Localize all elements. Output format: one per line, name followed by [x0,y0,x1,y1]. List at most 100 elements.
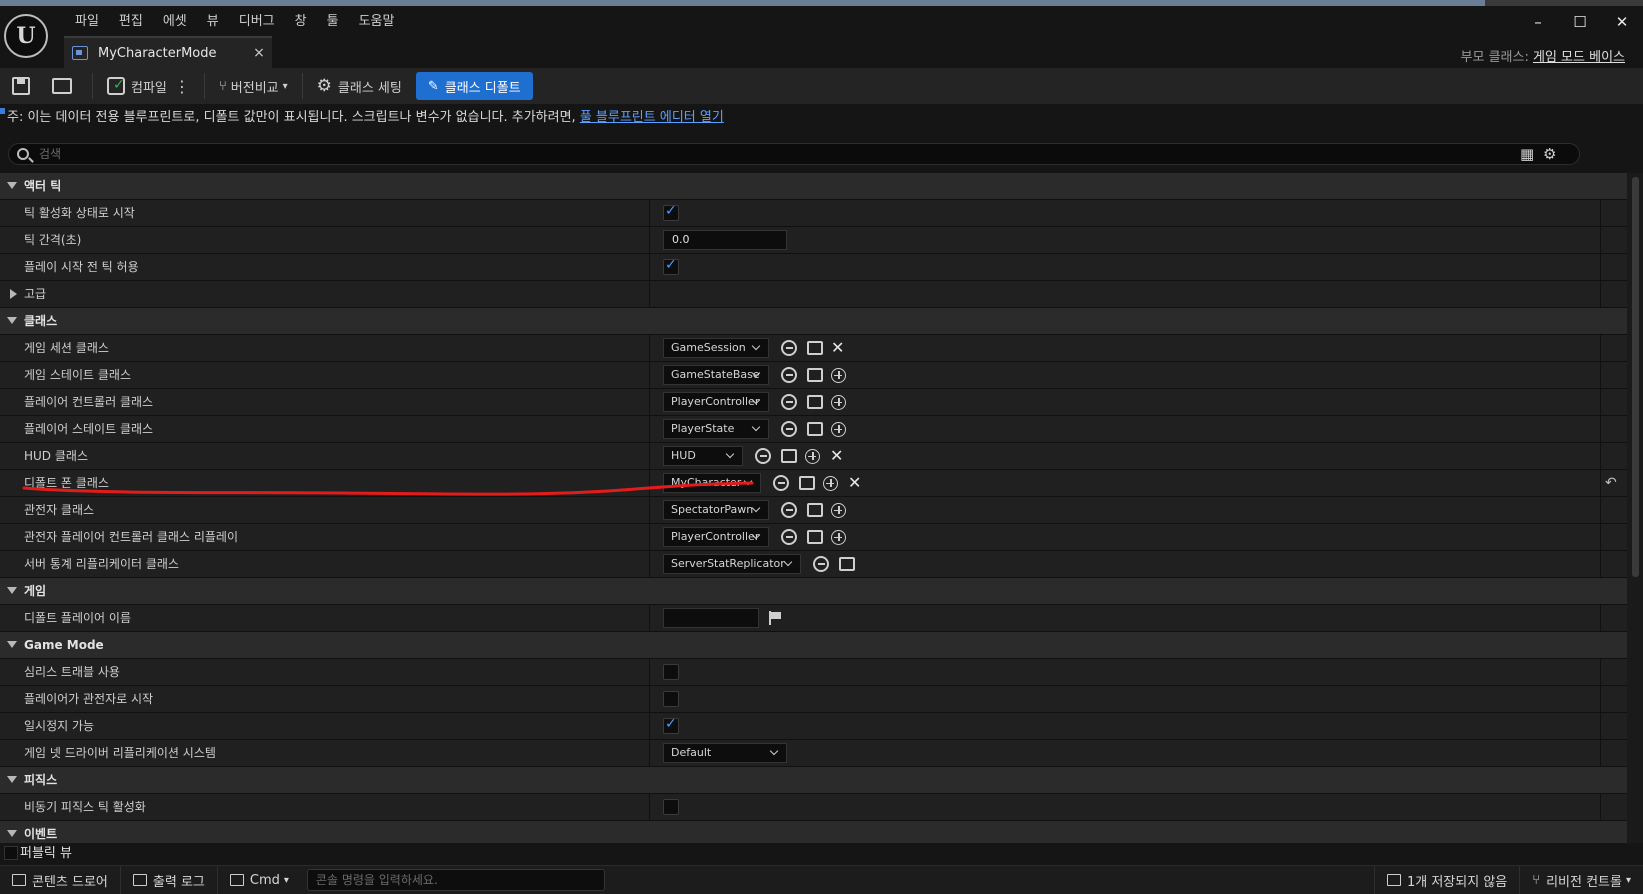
browse-asset-icon[interactable] [807,503,823,517]
browse-asset-icon[interactable] [807,530,823,544]
browse-asset-icon[interactable] [807,341,823,355]
server-stat-combo[interactable]: ServerStatReplicator [663,554,801,574]
category-actor-tick[interactable]: 액터 틱 [0,173,1627,200]
use-selected-icon[interactable] [781,529,797,545]
open-full-editor-link[interactable]: 풀 블루프린트 에디터 열기 [580,110,724,125]
property-label: 비동기 피직스 틱 활성화 [24,800,146,814]
hud-combo[interactable]: HUD [663,446,743,466]
clear-icon[interactable]: ✕ [831,340,844,356]
settings-gear-icon[interactable]: ⚙ [1543,145,1556,163]
category-game-mode[interactable]: Game Mode [0,632,1627,659]
add-new-icon[interactable] [823,475,838,491]
content-drawer-button[interactable]: 콘텐츠 드로어 [0,866,121,894]
unsaved-assets-button[interactable]: 1개 저장되지 않음 [1373,866,1521,894]
add-new-icon[interactable] [831,394,846,410]
player-controller-combo[interactable]: PlayerController [663,392,769,412]
use-selected-icon[interactable] [755,448,771,464]
add-new-icon[interactable] [831,529,846,545]
reset-to-default-icon[interactable]: ↶ [1605,475,1617,491]
menu-debug[interactable]: 디버그 [229,12,285,32]
revision-control-button[interactable]: ⑂ 리비전 컨트롤 ▾ [1520,866,1643,894]
use-selected-icon[interactable] [781,502,797,518]
compile-button[interactable]: 컴파일 ⋮ [99,72,198,100]
menu-edit[interactable]: 편집 [109,12,153,32]
menu-help[interactable]: 도움말 [349,12,405,32]
tab-close-icon[interactable]: × [246,45,272,61]
expand-arrow-icon[interactable] [7,587,17,594]
seamless-travel-checkbox[interactable] [663,664,679,680]
add-new-icon[interactable] [805,448,820,464]
localization-flag-icon[interactable] [769,611,783,625]
unreal-logo-icon[interactable]: U [4,14,48,58]
start-as-spectator-checkbox[interactable] [663,691,679,707]
public-view-toggle[interactable]: 퍼블릭 뷰 [0,843,1643,865]
default-player-name-field[interactable] [663,608,759,628]
diff-button[interactable]: ⑂ 버전비교 ▾ [211,72,296,100]
category-title: Game Mode [24,638,104,652]
output-log-button[interactable]: 출력 로그 [121,866,218,894]
class-defaults-button[interactable]: ✎ 클래스 디폴트 [415,72,533,100]
clear-icon[interactable]: ✕ [830,448,843,464]
browse-asset-icon[interactable] [839,557,855,571]
cmd-selector[interactable]: Cmd ▾ [218,866,301,894]
use-selected-icon[interactable] [781,421,797,437]
start-tick-enabled-checkbox[interactable] [663,203,679,221]
save-button[interactable] [4,72,44,100]
browse-button[interactable] [44,72,86,100]
browse-asset-icon[interactable] [807,422,823,436]
browse-asset-icon[interactable] [781,449,797,463]
maximize-button[interactable]: ☐ [1559,12,1601,32]
clear-icon[interactable]: ✕ [848,475,861,491]
parent-class-link[interactable]: 게임 모드 베이스 [1533,50,1625,65]
menu-window[interactable]: 창 [285,12,317,32]
advanced-group[interactable]: 고급 [0,281,1627,308]
browse-asset-icon[interactable] [807,395,823,409]
expand-arrow-icon[interactable] [7,776,17,783]
add-new-icon[interactable] [831,502,846,518]
game-state-combo[interactable]: GameStateBase [663,365,769,385]
class-settings-button[interactable]: ⚙ 클래스 세팅 [309,72,410,100]
category-game[interactable]: 게임 [0,578,1627,605]
menu-asset[interactable]: 에셋 [153,12,197,32]
property-label: 틱 간격(초) [24,233,82,247]
pausable-checkbox[interactable] [663,716,679,734]
menu-file[interactable]: 파일 [65,12,109,32]
category-physics[interactable]: 피직스 [0,767,1627,794]
browse-asset-icon[interactable] [807,368,823,382]
public-view-checkbox[interactable] [4,846,18,860]
compile-options-icon[interactable]: ⋮ [169,77,190,96]
add-new-icon[interactable] [831,367,846,383]
expand-arrow-icon[interactable] [7,317,17,324]
expand-arrow-icon[interactable] [7,830,17,837]
document-tab[interactable]: MyCharacterMode × [64,36,272,68]
menu-tools[interactable]: 툴 [317,12,349,32]
close-window-button[interactable]: ✕ [1601,12,1643,32]
add-new-icon[interactable] [831,421,846,437]
use-selected-icon[interactable] [813,556,829,572]
category-classes[interactable]: 클래스 [0,308,1627,335]
console-command-input[interactable] [306,869,605,891]
net-driver-combo[interactable]: Default [663,743,787,763]
tick-interval-field[interactable]: 0.0 [663,230,787,250]
use-selected-icon[interactable] [781,394,797,410]
details-scrollbar[interactable] [1627,173,1643,865]
player-state-combo[interactable]: PlayerState [663,419,769,439]
search-input[interactable] [39,147,1239,161]
content-drawer-label: 콘텐츠 드로어 [32,874,108,890]
use-selected-icon[interactable] [781,367,797,383]
use-selected-icon[interactable] [781,340,797,356]
expand-arrow-icon[interactable] [10,289,17,299]
browse-asset-icon[interactable] [799,476,815,490]
replay-spectator-combo[interactable]: PlayerController [663,527,769,547]
chevron-down-icon: ▾ [283,874,289,886]
expand-arrow-icon[interactable] [7,641,17,648]
title-bar: U 파일 편집 에셋 뷰 디버그 창 툴 도움말 – ☐ ✕ MyCharact… [0,6,1643,68]
menu-view[interactable]: 뷰 [197,12,229,32]
game-session-combo[interactable]: GameSession [663,338,769,358]
table-view-icon[interactable]: ▦ [1520,145,1534,163]
async-physics-tick-checkbox[interactable] [663,799,679,815]
use-selected-icon[interactable] [773,475,789,491]
allow-tick-before-play-checkbox[interactable] [663,257,679,275]
minimize-button[interactable]: – [1517,12,1559,32]
expand-arrow-icon[interactable] [7,182,17,189]
